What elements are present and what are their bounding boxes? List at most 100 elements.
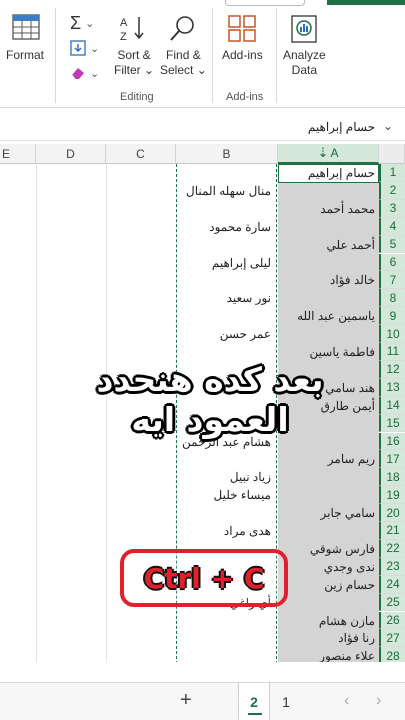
row-header-6[interactable]: 6: [379, 253, 405, 272]
ribbon-top-control[interactable]: [225, 0, 305, 6]
chevron-down-icon: ⌄: [90, 42, 100, 55]
row-header-23[interactable]: 23: [379, 557, 405, 576]
find-select-button[interactable]: Find & Select ⌄: [160, 14, 207, 78]
clear-button[interactable]: ⌄: [70, 66, 99, 80]
column-header-c[interactable]: C: [106, 144, 176, 164]
cell-a-28[interactable]: علاء منصور: [319, 649, 375, 662]
find-label-text: Select: [160, 63, 194, 77]
cell-a-20[interactable]: سامي جابر: [320, 506, 375, 520]
shortcut-label: Ctrl + C: [143, 561, 265, 595]
cell-b-19[interactable]: ميساء خليل: [214, 488, 272, 502]
group-separator: [212, 8, 213, 103]
column-header-b[interactable]: B: [176, 144, 278, 164]
sheet-tab-active[interactable]: 2: [238, 683, 270, 720]
row-header-12[interactable]: 12: [379, 360, 405, 379]
row-header-25[interactable]: 25: [379, 593, 405, 612]
row-header-11[interactable]: 11: [379, 343, 405, 361]
select-all-corner[interactable]: [379, 144, 405, 164]
row-header-17[interactable]: 17: [379, 450, 405, 469]
format-icon: [12, 14, 40, 40]
fill-button[interactable]: ⌄: [70, 40, 99, 56]
column-header-d[interactable]: D: [36, 144, 106, 164]
column-header-a-label: A: [330, 146, 339, 160]
analyze-data-button[interactable]: Analyze Data: [283, 14, 326, 78]
row-header-20[interactable]: 20: [379, 504, 405, 522]
row-header-7[interactable]: 7: [379, 271, 405, 290]
row-header-15[interactable]: 15: [379, 414, 405, 433]
cell-b-10[interactable]: عمر حسن: [220, 327, 271, 341]
analyze-label-2: Data: [291, 63, 318, 77]
cell-a-11[interactable]: فاطمة ياسين: [310, 345, 375, 359]
cell-b-6[interactable]: ليلى إبراهيم: [212, 256, 271, 270]
cell-b-18[interactable]: زياد نبيل: [230, 470, 271, 484]
row-header-21[interactable]: 21: [379, 522, 405, 540]
autosum-button[interactable]: Σ ⌄: [70, 13, 94, 34]
addins-button[interactable]: Add-ins: [222, 14, 263, 63]
cell-a-24[interactable]: حسام زين: [324, 578, 375, 592]
sort-label-2: Filter ⌄: [114, 63, 155, 77]
cell-b-4[interactable]: سارة محمود: [209, 220, 271, 234]
prev-sheet-icon[interactable]: ‹: [344, 692, 349, 710]
row-header-13[interactable]: 13: [379, 378, 405, 397]
cell-b-21[interactable]: هدى مراد: [224, 524, 271, 538]
cell-a-7[interactable]: خالد فؤاد: [330, 273, 375, 287]
search-icon: [170, 16, 195, 41]
eraser-icon: [71, 68, 84, 80]
row-header-8[interactable]: 8: [379, 289, 405, 308]
row-header-2[interactable]: 2: [379, 181, 405, 200]
cell-a-26[interactable]: مازن هشام: [319, 614, 375, 628]
gridline: [36, 164, 37, 662]
chevron-down-icon: ⌄: [85, 18, 95, 30]
row-header-3[interactable]: 3: [379, 199, 405, 218]
fill-down-icon: [70, 40, 86, 56]
row-header-5[interactable]: 5: [379, 235, 405, 254]
cell-b-2[interactable]: منال سهله المنال: [186, 184, 271, 198]
row-header-22[interactable]: 22: [379, 539, 405, 558]
addins-grid-icon: [228, 15, 257, 42]
cell-b-8[interactable]: نور سعيد: [227, 291, 271, 305]
sheet-tab[interactable]: 1: [270, 683, 302, 720]
sort-label-1: Sort &: [117, 48, 151, 62]
row-header-18[interactable]: 18: [379, 468, 405, 487]
row-header-1[interactable]: 1: [379, 164, 405, 182]
sort-filter-icon: A Z: [120, 17, 144, 43]
row-header-9[interactable]: 9: [379, 307, 405, 326]
row-header-14[interactable]: 14: [379, 396, 405, 415]
format-button[interactable]: Format: [6, 12, 44, 63]
cell-a-3[interactable]: محمد أحمد: [320, 202, 375, 216]
row-header-27[interactable]: 27: [379, 629, 405, 648]
row-header-16[interactable]: 16: [379, 432, 405, 451]
sort-filter-button[interactable]: A Z Sort & Filter ⌄: [114, 14, 154, 78]
row-header-28[interactable]: 28: [379, 647, 405, 662]
group-separator: [55, 8, 56, 103]
column-header-e[interactable]: E: [0, 144, 36, 164]
chevron-down-icon: ⌄: [90, 67, 100, 80]
addins-group-label: Add-ins: [226, 91, 264, 103]
group-separator: [276, 8, 277, 103]
row-header-10[interactable]: 10: [379, 325, 405, 343]
column-select-cursor-icon: ⇣: [317, 145, 329, 160]
row-header-26[interactable]: 26: [379, 611, 405, 630]
next-sheet-icon[interactable]: ›: [376, 692, 381, 710]
editing-group-label: Editing: [120, 91, 154, 103]
caption-line-2: العمود ايه: [131, 400, 289, 439]
row-header-4[interactable]: 4: [379, 217, 405, 236]
add-sheet-button[interactable]: +: [180, 689, 192, 712]
format-label: Format: [6, 48, 45, 62]
autosum-icon: Σ: [70, 13, 82, 33]
cell-a-27[interactable]: رنا فؤاد: [338, 631, 375, 645]
sort-label-text: Filter: [114, 63, 141, 77]
cell-a-23[interactable]: ندى وجدي: [324, 560, 375, 574]
cell-a-22[interactable]: فارس شوقي: [310, 542, 375, 556]
cell-a-5[interactable]: أحمد علي: [327, 238, 375, 252]
ribbon-share-button[interactable]: [327, 0, 405, 5]
formula-bar[interactable]: حسام إبراهيم ⌄: [0, 113, 405, 141]
column-header-a[interactable]: ⇣ A: [278, 144, 379, 164]
cell-a-9[interactable]: ياسمين عبد الله: [297, 309, 375, 323]
cell-a-17[interactable]: ريم سامر: [328, 452, 375, 466]
row-header-24[interactable]: 24: [379, 575, 405, 594]
cell-a-1[interactable]: حسام إبراهيم: [308, 166, 375, 180]
chevron-down-icon[interactable]: ⌄: [383, 119, 393, 133]
ribbon: Format Σ ⌄ ⌄ ⌄ A Z Sort & Filter ⌄ Find …: [0, 0, 405, 108]
row-header-19[interactable]: 19: [379, 486, 405, 505]
